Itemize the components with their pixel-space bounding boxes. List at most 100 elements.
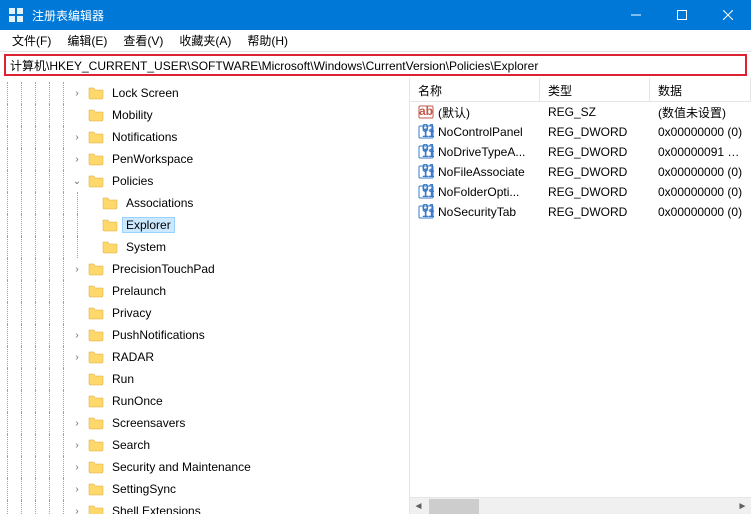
value-type: REG_DWORD <box>540 145 650 159</box>
string-value-icon: ab <box>418 104 434 120</box>
titlebar: 注册表编辑器 <box>0 0 751 30</box>
column-header-name[interactable]: 名称 <box>410 78 540 101</box>
address-bar[interactable]: 计算机\HKEY_CURRENT_USER\SOFTWARE\Microsoft… <box>4 54 747 76</box>
tree-item[interactable]: Prelaunch <box>0 280 409 302</box>
expand-arrow-icon[interactable] <box>70 394 84 408</box>
column-header-data[interactable]: 数据 <box>650 78 751 101</box>
tree-item[interactable]: › PushNotifications <box>0 324 409 346</box>
menu-file[interactable]: 文件(F) <box>4 30 59 51</box>
value-type: REG_DWORD <box>540 205 650 219</box>
tree-item[interactable]: › Shell Extensions <box>0 500 409 514</box>
folder-icon <box>88 85 104 101</box>
expand-arrow-icon[interactable] <box>70 306 84 320</box>
value-data: (数值未设置) <box>650 104 751 121</box>
value-data: 0x00000000 (0) <box>650 125 751 139</box>
tree-item[interactable]: Mobility <box>0 104 409 126</box>
dword-value-icon: 011110 <box>418 144 434 160</box>
tree-item[interactable]: System <box>0 236 409 258</box>
tree-item-label: Screensavers <box>108 416 189 430</box>
tree-item[interactable]: ›Notifications <box>0 126 409 148</box>
folder-icon <box>88 261 104 277</box>
expand-arrow-icon[interactable] <box>84 218 98 232</box>
tree-item-label: Lock Screen <box>108 86 183 100</box>
scroll-right-icon[interactable]: ► <box>734 498 751 514</box>
folder-icon <box>88 305 104 321</box>
tree-item[interactable]: ⌄Policies <box>0 170 409 192</box>
tree-item[interactable]: Explorer <box>0 214 409 236</box>
expand-arrow-icon[interactable] <box>70 372 84 386</box>
menu-edit[interactable]: 编辑(E) <box>59 30 115 51</box>
expand-arrow-icon[interactable]: › <box>70 350 84 364</box>
tree-item-label: Run <box>108 372 138 386</box>
list-row[interactable]: 011110NoFolderOpti...REG_DWORD0x00000000… <box>410 182 751 202</box>
tree-item-label: Search <box>108 438 154 452</box>
folder-icon <box>102 217 118 233</box>
app-icon <box>8 7 24 23</box>
expand-arrow-icon[interactable]: › <box>70 416 84 430</box>
tree-item[interactable]: ›PenWorkspace <box>0 148 409 170</box>
menu-view[interactable]: 查看(V) <box>115 30 171 51</box>
folder-icon <box>88 437 104 453</box>
expand-arrow-icon[interactable]: › <box>70 482 84 496</box>
menu-favorites[interactable]: 收藏夹(A) <box>171 30 239 51</box>
tree-item[interactable]: Privacy <box>0 302 409 324</box>
value-data: 0x00000000 (0) <box>650 205 751 219</box>
tree-panel: › Lock Screen Mobility›Notifications›PenWo… <box>0 78 410 514</box>
folder-icon <box>88 107 104 123</box>
close-button[interactable] <box>705 0 751 30</box>
dword-value-icon: 011110 <box>418 184 434 200</box>
horizontal-scrollbar[interactable]: ◄ ► <box>410 497 751 514</box>
expand-arrow-icon[interactable]: › <box>70 504 84 514</box>
maximize-button[interactable] <box>659 0 705 30</box>
value-name: NoFileAssociate <box>438 165 525 179</box>
value-name: NoFolderOpti... <box>438 185 519 199</box>
list-panel: 名称 类型 数据 ab(默认)REG_SZ(数值未设置)011110NoCont… <box>410 78 751 514</box>
tree-item[interactable]: ›SettingSync <box>0 478 409 500</box>
expand-arrow-icon[interactable]: › <box>70 152 84 166</box>
folder-icon <box>88 415 104 431</box>
expand-arrow-icon[interactable]: ⌄ <box>70 174 84 188</box>
list-row[interactable]: 011110NoSecurityTabREG_DWORD0x00000000 (… <box>410 202 751 222</box>
tree-item-label: PushNotifications <box>108 328 209 342</box>
expand-arrow-icon[interactable] <box>70 284 84 298</box>
value-data: 0x00000000 (0) <box>650 165 751 179</box>
tree-item-label: Shell Extensions <box>108 504 205 514</box>
folder-icon <box>88 371 104 387</box>
tree-item-label: Associations <box>122 196 197 210</box>
tree-item[interactable]: Run <box>0 368 409 390</box>
expand-arrow-icon[interactable]: › <box>70 130 84 144</box>
expand-arrow-icon[interactable] <box>84 240 98 254</box>
value-type: REG_DWORD <box>540 125 650 139</box>
list-row[interactable]: 011110NoFileAssociateREG_DWORD0x00000000… <box>410 162 751 182</box>
minimize-button[interactable] <box>613 0 659 30</box>
tree-item[interactable]: › Screensavers <box>0 412 409 434</box>
window-title: 注册表编辑器 <box>32 7 613 24</box>
value-type: REG_DWORD <box>540 185 650 199</box>
column-header-type[interactable]: 类型 <box>540 78 650 101</box>
tree-item[interactable]: Associations <box>0 192 409 214</box>
value-name: NoDriveTypeA... <box>438 145 525 159</box>
dword-value-icon: 011110 <box>418 164 434 180</box>
menu-help[interactable]: 帮助(H) <box>239 30 296 51</box>
folder-icon <box>88 151 104 167</box>
expand-arrow-icon[interactable]: › <box>70 438 84 452</box>
folder-icon <box>102 239 118 255</box>
list-row[interactable]: 011110NoDriveTypeA...REG_DWORD0x00000091… <box>410 142 751 162</box>
expand-arrow-icon[interactable]: › <box>70 86 84 100</box>
expand-arrow-icon[interactable] <box>84 196 98 210</box>
tree-item[interactable]: ›PrecisionTouchPad <box>0 258 409 280</box>
list-row[interactable]: 011110NoControlPanelREG_DWORD0x00000000 … <box>410 122 751 142</box>
scrollbar-thumb[interactable] <box>429 499 479 514</box>
tree-item[interactable]: RunOnce <box>0 390 409 412</box>
list-header: 名称 类型 数据 <box>410 78 751 102</box>
scroll-left-icon[interactable]: ◄ <box>410 498 427 514</box>
expand-arrow-icon[interactable] <box>70 108 84 122</box>
expand-arrow-icon[interactable]: › <box>70 262 84 276</box>
list-row[interactable]: ab(默认)REG_SZ(数值未设置) <box>410 102 751 122</box>
expand-arrow-icon[interactable]: › <box>70 328 84 342</box>
tree-item[interactable]: › Lock Screen <box>0 82 409 104</box>
tree-item[interactable]: ›RADAR <box>0 346 409 368</box>
expand-arrow-icon[interactable]: › <box>70 460 84 474</box>
tree-item[interactable]: › Search <box>0 434 409 456</box>
tree-item[interactable]: ›Security and Maintenance <box>0 456 409 478</box>
